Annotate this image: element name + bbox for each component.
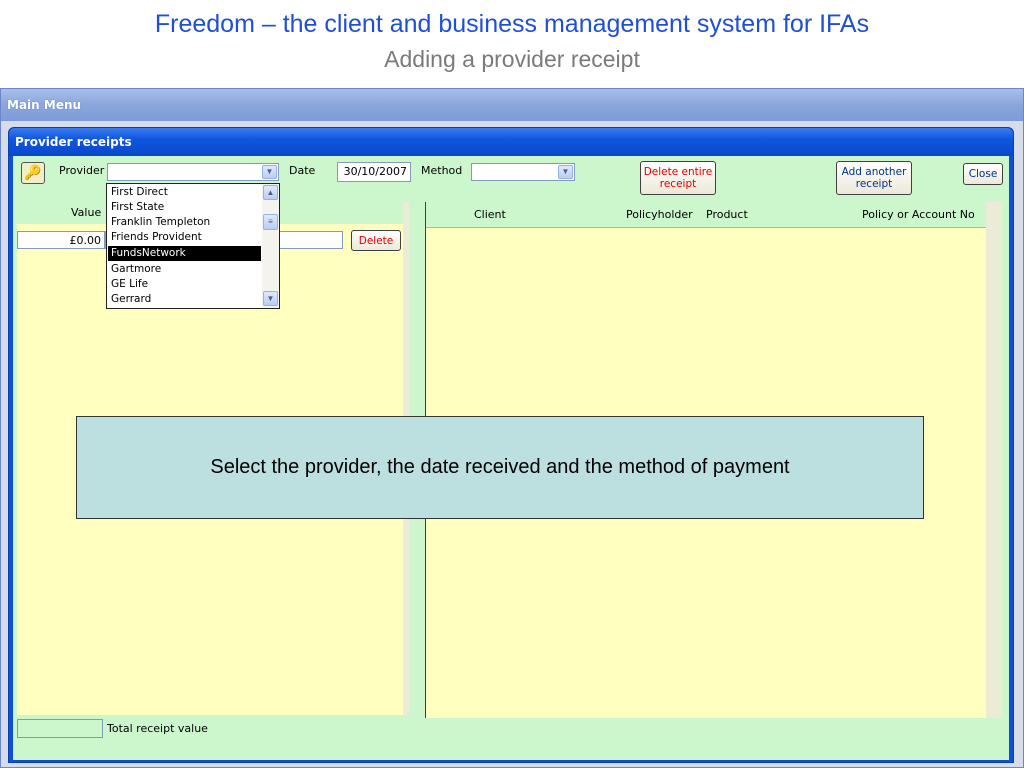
add-another-receipt-button[interactable]: Add another receipt [836, 161, 912, 195]
provider-select[interactable]: ▼ [107, 163, 279, 181]
provider-label: Provider [59, 164, 105, 177]
method-label: Method [421, 164, 463, 177]
chevron-up-icon[interactable]: ▲ [263, 185, 278, 200]
provider-dropdown-list[interactable]: First Direct First State Franklin Temple… [106, 183, 280, 309]
slide-title: Freedom – the client and business manage… [154, 10, 870, 38]
provider-option[interactable]: First Direct [108, 185, 261, 200]
key-button[interactable]: 🔑 [21, 162, 45, 184]
key-icon: 🔑 [24, 164, 42, 180]
column-header-product: Product [706, 208, 748, 221]
provider-option[interactable]: Gartmore [108, 262, 261, 277]
chevron-down-icon[interactable]: ▼ [263, 291, 278, 306]
main-menu-titlebar[interactable]: Main Menu [1, 89, 1023, 121]
chevron-down-icon[interactable]: ▼ [262, 165, 277, 179]
provider-option[interactable]: Gerrard [108, 292, 261, 307]
provider-receipts-title: Provider receipts [15, 135, 132, 149]
chevron-down-icon[interactable]: ▼ [558, 165, 573, 179]
column-header-client: Client [474, 208, 506, 221]
provider-option-selected[interactable]: FundsNetwork [108, 246, 261, 261]
scroll-thumb[interactable]: ≡ [263, 214, 278, 230]
right-scrollbar[interactable] [986, 202, 1002, 718]
value-column-header: Value [71, 206, 102, 219]
value-field[interactable]: £0.00 [17, 231, 105, 249]
main-menu-title: Main Menu [7, 98, 82, 112]
provider-option[interactable]: GE Life [108, 277, 261, 292]
provider-receipts-titlebar[interactable]: Provider receipts [9, 128, 1013, 156]
delete-entire-receipt-button[interactable]: Delete entire receipt [640, 161, 716, 195]
client-grid-header: Client Policyholder Product Policy or Ac… [426, 202, 986, 228]
instruction-callout: Select the provider, the date received a… [76, 416, 924, 519]
provider-option[interactable]: Franklin Templeton [108, 215, 261, 230]
provider-option[interactable]: First State [108, 200, 261, 215]
dropdown-scrollbar[interactable]: ▲ ≡ ▼ [262, 184, 279, 308]
total-receipt-value-field [17, 719, 103, 738]
date-label: Date [289, 164, 316, 177]
column-header-policyholder: Policyholder [626, 208, 693, 221]
close-button[interactable]: Close [963, 163, 1003, 185]
method-select[interactable]: ▼ [471, 163, 575, 181]
column-header-policy-no: Policy or Account No [862, 208, 975, 221]
date-field[interactable]: 30/10/2007 [337, 162, 411, 182]
slide-subtitle: Adding a provider receipt [384, 46, 640, 72]
total-receipt-label: Total receipt value [107, 722, 208, 735]
delete-line-button[interactable]: Delete [351, 230, 401, 251]
provider-option[interactable]: Friends Provident [108, 230, 261, 245]
